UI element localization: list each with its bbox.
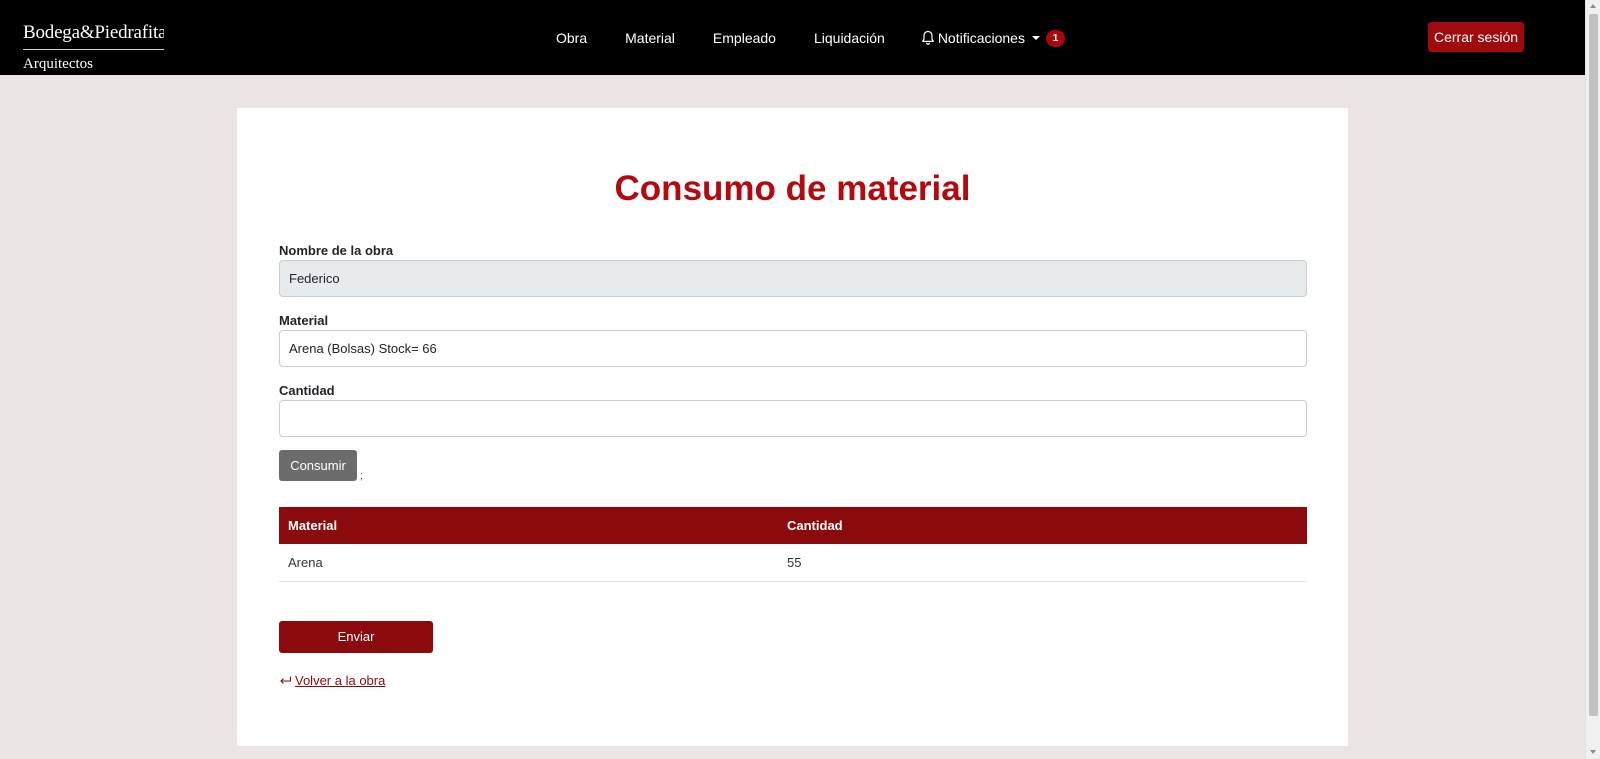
page-title: Consumo de material <box>614 169 971 208</box>
material-label: Material <box>279 313 329 328</box>
nav-item-material[interactable]: Material <box>625 30 675 46</box>
bell-icon <box>921 30 934 45</box>
obra-label: Nombre de la obra <box>279 243 394 258</box>
notificaciones-label: Notificaciones <box>937 30 1025 46</box>
material-select[interactable] <box>279 330 1307 367</box>
table-row: Arena 55 <box>279 544 1307 582</box>
return-arrow-icon <box>280 676 292 684</box>
brand-name: Bodega&Piedrafita <box>23 22 164 50</box>
column-header-material: Material <box>279 507 778 544</box>
top-navbar: Bodega&Piedrafita Arquitectos Obra Mater… <box>0 0 1585 75</box>
consume-button[interactable]: Consumir <box>279 450 357 481</box>
brand-logo[interactable]: Bodega&Piedrafita Arquitectos <box>23 22 164 75</box>
scroll-up-arrow-icon[interactable] <box>1590 4 1596 8</box>
obra-name-field[interactable] <box>279 260 1307 297</box>
vertical-scrollbar[interactable] <box>1585 0 1600 759</box>
back-link-label: Volver a la obra <box>295 673 386 688</box>
column-header-cantidad: Cantidad <box>778 507 1307 544</box>
submit-button[interactable]: Enviar <box>279 621 433 653</box>
nav-item-notificaciones[interactable]: Notificaciones 1 <box>921 29 1065 47</box>
main-card: Consumo de material Nombre de la obra Ma… <box>237 108 1348 746</box>
scrollbar-thumb[interactable] <box>1589 14 1598 716</box>
stray-text: ; <box>360 470 364 482</box>
cantidad-label: Cantidad <box>279 383 335 398</box>
notification-count-badge: 1 <box>1045 29 1065 47</box>
consumption-table: Material Cantidad Arena 55 <box>279 507 1307 582</box>
table-header-row: Material Cantidad <box>279 507 1307 544</box>
main-nav: Obra Material Empleado Liquidación Notif… <box>556 28 1065 48</box>
back-to-obra-link[interactable]: Volver a la obra <box>279 673 385 688</box>
brand-subtitle: Arquitectos <box>23 56 93 72</box>
scroll-down-arrow-icon[interactable] <box>1590 750 1596 754</box>
cell-material: Arena <box>279 544 778 582</box>
nav-item-obra[interactable]: Obra <box>556 30 587 46</box>
chevron-down-icon <box>1031 36 1040 40</box>
nav-item-empleado[interactable]: Empleado <box>713 30 776 46</box>
logout-button[interactable]: Cerrar sesión <box>1428 22 1524 52</box>
nav-item-liquidacion[interactable]: Liquidación <box>814 30 885 46</box>
cell-cantidad: 55 <box>778 544 1307 582</box>
cantidad-input[interactable] <box>279 400 1307 437</box>
